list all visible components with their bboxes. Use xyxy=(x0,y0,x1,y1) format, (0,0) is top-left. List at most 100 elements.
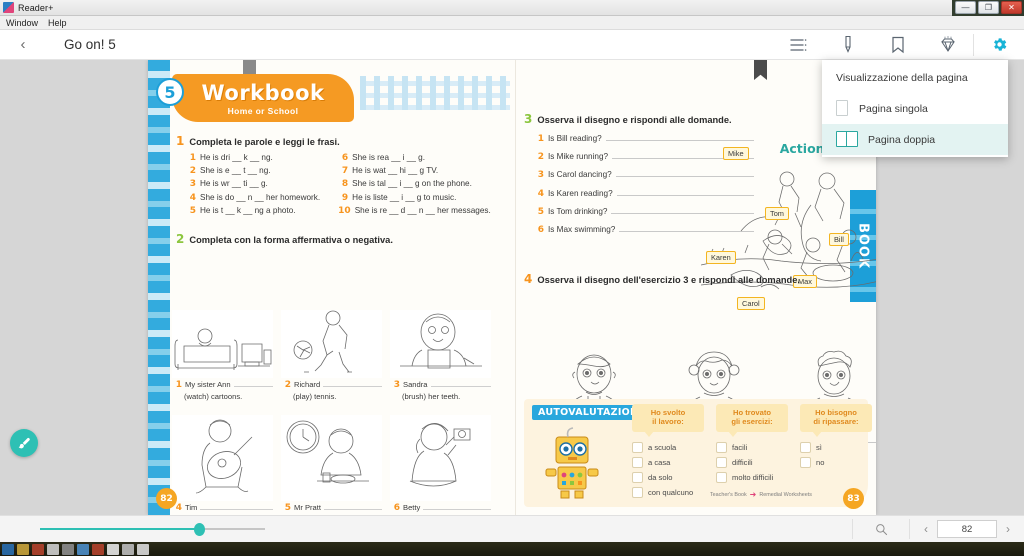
exercise-1-items: 1 He is dri __ k __ ng. 2 She is e __ t … xyxy=(186,153,506,219)
checkbox[interactable] xyxy=(632,471,643,483)
dropdown-item-double-page[interactable]: Pagina doppia xyxy=(822,124,1008,155)
dropdown-heading: Visualizzazione della pagina xyxy=(836,72,968,84)
taskbar-icon[interactable] xyxy=(47,543,59,555)
checkbox-option[interactable]: no xyxy=(800,456,872,468)
name-tag-bill: Bill xyxy=(829,233,849,246)
checkbox-label: no xyxy=(816,457,825,467)
item-text: She is tal __ i __ g on the phone. xyxy=(352,179,472,189)
taskbar-icon[interactable] xyxy=(92,543,104,555)
search-icon xyxy=(875,523,887,535)
picture-cell: 2 Richard (play) tennis. xyxy=(281,310,382,401)
answer-line[interactable] xyxy=(430,380,491,387)
self-assessment-columns: Ho svolto il lavoro: a scuola a casa da … xyxy=(632,404,872,502)
item-verb: (watch) cartoons. xyxy=(184,392,243,401)
exercise-3-title: Osserva il disegno e rispondi alle doman… xyxy=(537,115,732,125)
answer-line[interactable] xyxy=(605,132,754,141)
dropdown-item-single-page[interactable]: Pagina singola xyxy=(822,93,1008,124)
name-tag-carol: Carol xyxy=(737,297,765,310)
menu-item-window[interactable]: Window xyxy=(6,18,38,28)
checkbox-label: a casa xyxy=(648,457,671,467)
page-view-dropdown[interactable]: Visualizzazione della pagina Pagina sing… xyxy=(822,60,1008,157)
item-text: Is Mike running? xyxy=(548,152,609,162)
picture-row: 4 Tim (do) his homework. xyxy=(172,415,492,515)
taskbar-icon[interactable] xyxy=(62,543,74,555)
exercise-1-column-right: 6 She is rea __ i __ g. 7 He is wat __ h… xyxy=(338,153,491,219)
prev-page-button[interactable]: ‹ xyxy=(924,522,928,536)
item-text: He is liste __ i __ g to music. xyxy=(352,192,457,202)
checkbox-option[interactable]: a casa xyxy=(632,456,704,468)
taskbar-icon[interactable] xyxy=(2,543,14,555)
settings-button[interactable] xyxy=(974,30,1024,60)
checkbox[interactable] xyxy=(632,486,643,498)
taskbar-icon[interactable] xyxy=(137,543,149,555)
sketch-guitar xyxy=(172,415,273,501)
annotate-fab-button[interactable] xyxy=(10,429,38,457)
app-logo-icon xyxy=(3,2,14,13)
sketch-football xyxy=(281,310,382,378)
checkbox-option[interactable]: a scuola xyxy=(632,441,704,453)
maze-decoration-left xyxy=(148,60,170,515)
checkbox-option[interactable]: facili xyxy=(716,441,788,453)
answer-line[interactable] xyxy=(233,380,273,387)
taskbar-icon[interactable] xyxy=(107,543,119,555)
zoom-button[interactable] xyxy=(853,523,909,536)
page-slider[interactable] xyxy=(40,519,265,539)
pen-button[interactable] xyxy=(823,30,873,60)
minimize-button[interactable]: — xyxy=(955,1,976,14)
item-number: 10 xyxy=(338,205,351,216)
item-text: He is dri __ k __ ng. xyxy=(200,153,273,162)
menu-item-help[interactable]: Help xyxy=(48,18,67,28)
checkbox-option[interactable]: con qualcuno xyxy=(632,486,704,498)
item-number: 1 xyxy=(189,153,196,163)
page-number-input[interactable]: 82 xyxy=(937,520,997,538)
teacher-book-note: Teacher's Book ➜ Remedial Worksheets xyxy=(710,490,812,499)
checkbox-option[interactable]: difficili xyxy=(716,456,788,468)
taskbar-icon[interactable] xyxy=(17,543,29,555)
checkbox[interactable] xyxy=(800,441,811,453)
taskbar-icon[interactable] xyxy=(32,543,44,555)
checkbox[interactable] xyxy=(800,456,811,468)
answer-line[interactable] xyxy=(324,503,382,510)
index-button[interactable] xyxy=(773,30,823,60)
item-text: Is Max swimming? xyxy=(548,224,616,234)
workbook-title: Workbook xyxy=(201,80,325,105)
item-number: 6 xyxy=(393,503,400,513)
checkbox-group: facili difficili molto difficili xyxy=(716,441,788,483)
slider-knob[interactable] xyxy=(194,523,205,536)
close-button[interactable]: ✕ xyxy=(1001,1,1022,14)
exercise-3-header: 3 Osserva il disegno e rispondi alle dom… xyxy=(524,112,754,126)
exercise-3-number: 3 xyxy=(524,112,533,126)
taskbar-icon[interactable] xyxy=(122,543,134,555)
checkbox[interactable] xyxy=(716,471,727,483)
checkbox-label: facili xyxy=(732,442,748,452)
answer-line[interactable] xyxy=(323,380,382,387)
checkbox[interactable] xyxy=(632,441,643,453)
answer-line[interactable] xyxy=(423,503,491,510)
checkbox-option[interactable]: molto difficili xyxy=(716,471,788,483)
checkbox[interactable] xyxy=(716,456,727,468)
item-number: 3 xyxy=(537,170,544,181)
workbook-banner: Workbook Home or School xyxy=(172,74,354,122)
list-item: 9 He is liste __ i __ g to music. xyxy=(338,193,491,203)
item-number: 3 xyxy=(393,380,400,390)
checkbox-group: sì no xyxy=(800,441,872,468)
checkbox[interactable] xyxy=(632,456,643,468)
picture-row: 1 My sister Ann (watch) cartoons. 2 Rich… xyxy=(172,310,492,401)
maximize-button[interactable]: ❐ xyxy=(978,1,999,14)
checkbox[interactable] xyxy=(716,441,727,453)
checkbox-option[interactable]: sì xyxy=(800,441,872,453)
taskbar-icon[interactable] xyxy=(77,543,89,555)
sketch-dinner-clock xyxy=(281,415,382,501)
picture-label: 5 Mr Pratt xyxy=(281,503,382,513)
item-number: 5 xyxy=(284,503,291,513)
bookmark-button[interactable] xyxy=(873,30,923,60)
next-page-button[interactable]: › xyxy=(1006,522,1010,536)
checkbox-label: difficili xyxy=(732,457,753,467)
checkbox-option[interactable]: da solo xyxy=(632,471,704,483)
item-text: Is Bill reading? xyxy=(548,134,602,143)
gem-button[interactable] xyxy=(923,30,973,60)
back-button[interactable]: ‹ xyxy=(0,30,46,60)
sketch-camera-girl xyxy=(390,415,491,501)
item-text: She is rea __ i __ g. xyxy=(352,153,425,162)
answer-line[interactable] xyxy=(200,503,273,510)
